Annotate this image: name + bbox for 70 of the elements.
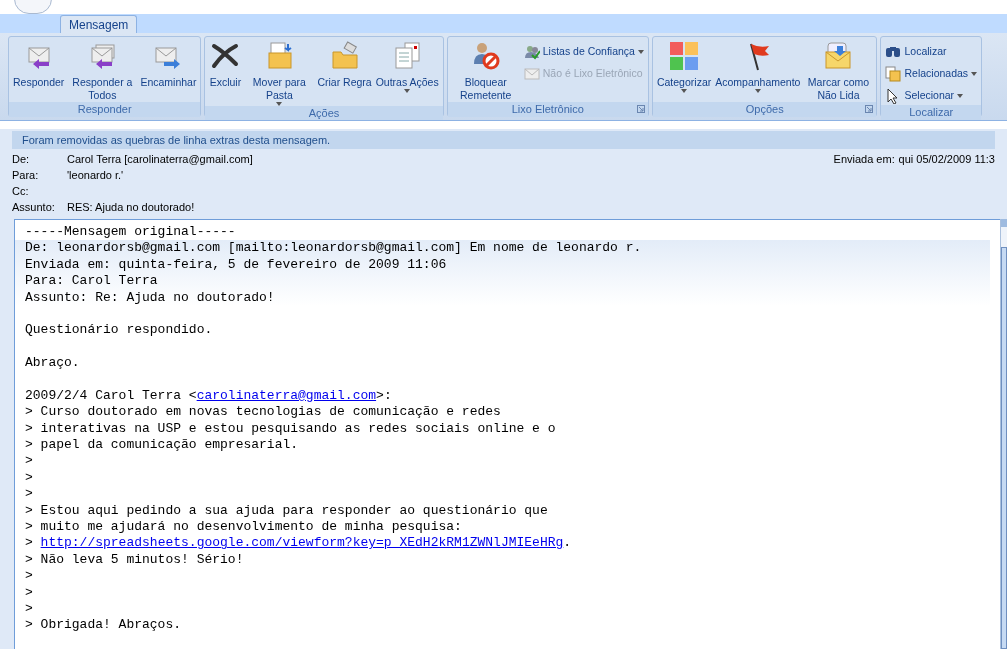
text-line: > <box>25 568 33 584</box>
ribbon-button[interactable]: Mover para Pasta <box>244 39 315 106</box>
field-value: qui 05/02/2009 11:3 <box>898 151 995 167</box>
ribbon-button[interactable]: Responder a Todos <box>67 39 138 102</box>
text-line: . <box>563 535 572 552</box>
field-value: 'leonardo r.' <box>67 167 124 183</box>
ribbon-button[interactable]: Localizar <box>884 43 979 61</box>
ribbon-button[interactable]: Excluir <box>208 39 243 89</box>
text-line: > <box>25 584 33 600</box>
ribbon-button[interactable]: Selecionar <box>884 87 979 105</box>
text-line: Questionário respondido. <box>25 322 213 338</box>
text-line: > interativas na USP e estou pesquisando as redes sociais online e o <box>25 420 556 436</box>
caret-icon <box>681 89 688 93</box>
ribbon-button[interactable]: Criar Regra <box>316 39 373 89</box>
ribbon-button[interactable]: Categorizar <box>655 39 713 93</box>
group-label: Opções <box>745 102 784 118</box>
caret-icon <box>971 72 978 76</box>
ribbon-button[interactable]: Outras Ações <box>374 39 440 93</box>
text-line: Abraço. <box>25 355 80 371</box>
ribbon-tab[interactable]: Mensagem <box>60 15 138 33</box>
ribbon-button[interactable]: Responder <box>12 39 66 89</box>
info-bar: Foram removidas as quebras de linha extras desta mensagem. <box>12 131 995 149</box>
ribbon-button[interactable]: Acompanhamento <box>714 39 802 93</box>
text-line: > <box>25 469 33 485</box>
group-label: Responder <box>77 102 132 118</box>
ribbon-button[interactable]: Bloquear Remetente <box>450 39 521 102</box>
link[interactable]: http://spreadsheets.google.com/viewform?key=p_XEdH2kRM1ZWNlJMIEeHRg <box>40 535 564 552</box>
group-label: Ações <box>308 106 340 120</box>
ribbon-button[interactable]: Listas de Confiança <box>522 43 645 61</box>
field-value: Carol Terra [carolinaterra@gmail.com] <box>67 151 253 167</box>
text-line: >: <box>376 387 392 405</box>
text-line: De: leonardorsb@gmail.com [mailto:leonardorsb@gmail.com] Em nome de leonardo r. <box>25 240 642 256</box>
text-line: 2009/2/4 Carol Terra < <box>25 387 197 405</box>
group-label: Localizar <box>909 105 954 120</box>
field-label: Assunto: <box>12 199 56 215</box>
text-line: > papel da comunicação empresarial. <box>25 437 299 453</box>
ribbon-button[interactable]: Encaminhar <box>139 39 198 89</box>
text-line: > Estou aqui pedindo a sua ajuda para responder ao questionário que <box>25 502 548 518</box>
dialog-launcher-icon[interactable] <box>636 105 645 113</box>
group-label: Lixo Eletrônico <box>511 102 584 118</box>
text-line: Enviada em: quinta-feira, 5 de fevereiro de 2009 11:06 <box>25 256 447 272</box>
envelope-icon <box>523 66 540 82</box>
field-label: Cc: <box>12 183 30 199</box>
text-line: > <box>25 453 33 469</box>
ribbon-button[interactable]: Relacionadas <box>884 65 979 83</box>
field-label: Para: <box>12 167 40 183</box>
text-line: > muito me ajudará no desenvolvimento de minha pesquisa: <box>25 519 462 535</box>
text-line: > <box>25 601 33 616</box>
caret-icon <box>957 94 964 98</box>
documents-icon <box>885 66 902 82</box>
caret-icon <box>754 89 761 93</box>
field-label: De: <box>12 151 31 167</box>
caret-icon <box>404 89 411 93</box>
field-value: RES: Ajuda no doutorado! <box>67 199 195 215</box>
text-line: > Curso doutorado em novas tecnologias de comunicação e redes <box>25 404 501 420</box>
field-label: Enviada em: <box>833 151 896 167</box>
text-line: > <box>25 535 34 552</box>
link[interactable]: carolinaterra@gmail.com <box>196 387 377 405</box>
text-line: Para: Carol Terra <box>25 273 158 289</box>
text-line: > Obrigada! Abraços. <box>25 617 182 633</box>
dialog-launcher-icon[interactable] <box>865 105 874 113</box>
text-line: > <box>25 486 33 502</box>
text-line: > Não leva 5 minutos! Sério! <box>25 551 244 567</box>
color-grid-icon <box>668 40 701 72</box>
ribbon-button[interactable]: Marcar como Não Lida <box>803 39 874 102</box>
people-check-icon <box>523 44 540 60</box>
scrollbar[interactable] <box>1000 219 1007 649</box>
caret-icon <box>637 50 644 54</box>
text-line: -----Mensagem original----- <box>25 224 236 239</box>
text-line: Assunto: Re: Ajuda no doutorado! <box>25 289 275 305</box>
